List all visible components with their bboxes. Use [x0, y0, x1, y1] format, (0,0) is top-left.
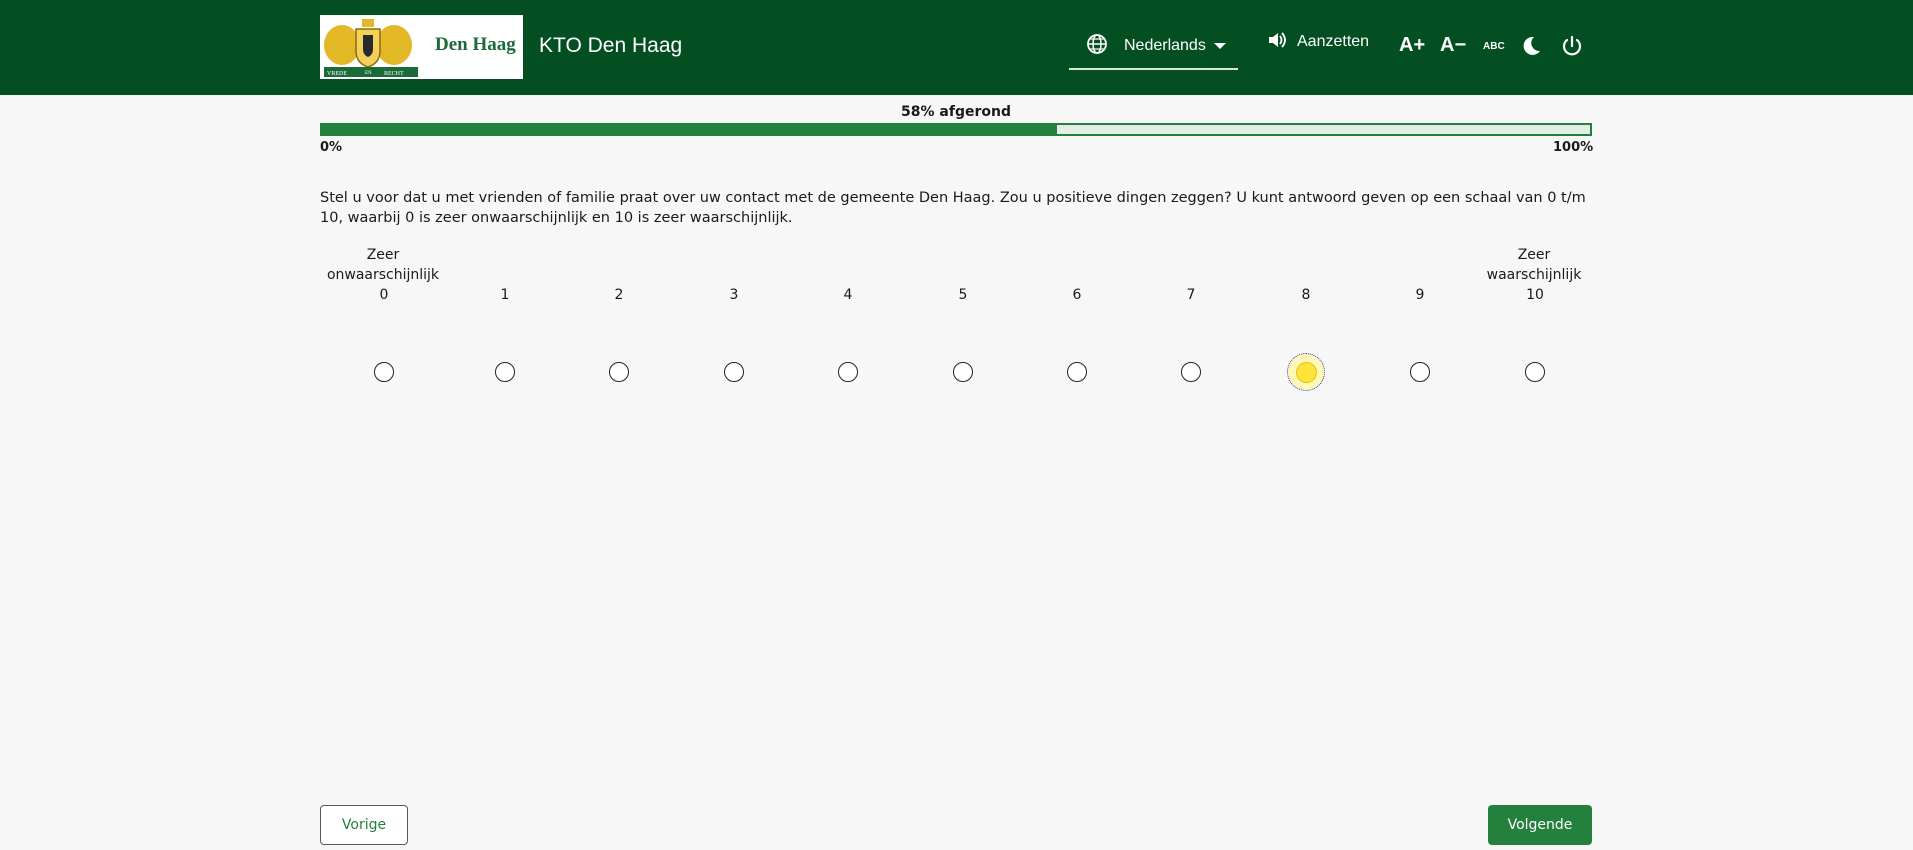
rating-radio-5[interactable] — [953, 362, 973, 382]
dyslexia-font-button[interactable]: ABC — [1483, 41, 1505, 52]
chevron-down-icon — [1213, 43, 1226, 49]
power-icon — [1561, 35, 1583, 61]
progress-bar — [320, 123, 1592, 136]
low-anchor-label: Zeer onwaarschijnlijk — [313, 245, 453, 285]
language-select[interactable]: Nederlands — [1069, 24, 1238, 70]
low-anchor-line-1: Zeer — [366, 247, 400, 263]
scale-value-label: 6 — [1072, 287, 1082, 303]
app-title: KTO Den Haag — [539, 34, 683, 57]
rating-radio-8[interactable] — [1287, 353, 1325, 391]
progress-fill — [322, 125, 1058, 134]
rating-radio-10[interactable] — [1525, 362, 1545, 382]
svg-text:EN: EN — [365, 71, 372, 76]
scale-value-label: 3 — [729, 287, 739, 303]
scale-value-label: 0 — [379, 287, 389, 303]
read-aloud-toggle[interactable]: Aanzetten — [1267, 30, 1369, 54]
previous-button[interactable]: Vorige — [320, 805, 408, 845]
scale-value-label: 2 — [614, 287, 624, 303]
scale-value-label: 8 — [1301, 287, 1311, 303]
progress-max-label: 100% — [1553, 140, 1594, 155]
scale-value-label: 7 — [1186, 287, 1196, 303]
header-bar: VREDE EN RECHT Den Haag KTO Den Haag Ned… — [0, 0, 1913, 95]
dark-mode-button[interactable] — [1520, 35, 1542, 61]
scale-value-label: 5 — [958, 287, 968, 303]
rating-radio-2[interactable] — [609, 362, 629, 382]
low-anchor-line-2: onwaarschijnlijk — [326, 267, 440, 283]
high-anchor-line-2: waarschijnlijk — [1486, 267, 1582, 283]
progress-label: 58% afgerond — [901, 104, 1011, 120]
svg-text:RECHT: RECHT — [384, 71, 404, 77]
rating-radio-4[interactable] — [838, 362, 858, 382]
font-decrease-button[interactable]: A− — [1440, 34, 1466, 57]
scale-value-label: 1 — [500, 287, 510, 303]
rating-radio-0[interactable] — [374, 362, 394, 382]
high-anchor-line-1: Zeer — [1517, 247, 1551, 263]
den-haag-logo: VREDE EN RECHT Den Haag — [320, 15, 523, 79]
rating-radio-7[interactable] — [1181, 362, 1201, 382]
scale-value-label: 10 — [1526, 287, 1544, 303]
rating-radio-6[interactable] — [1067, 362, 1087, 382]
logo-wordmark: Den Haag — [435, 34, 516, 55]
question-text: Stel u voor dat u met vrienden of famili… — [320, 190, 1586, 226]
scale-value-label: 4 — [843, 287, 853, 303]
svg-text:VREDE: VREDE — [327, 71, 347, 77]
logout-button[interactable] — [1561, 35, 1583, 61]
read-aloud-label: Aanzetten — [1297, 33, 1370, 50]
scale-value-label: 9 — [1415, 287, 1425, 303]
globe-icon — [1086, 33, 1108, 59]
rating-radio-1[interactable] — [495, 362, 515, 382]
language-label: Nederlands — [1124, 37, 1206, 54]
speaker-icon — [1267, 30, 1287, 54]
progress-min-label: 0% — [320, 140, 343, 155]
next-button[interactable]: Volgende — [1488, 805, 1592, 845]
font-increase-button[interactable]: A+ — [1399, 34, 1425, 57]
high-anchor-label: Zeer waarschijnlijk — [1469, 245, 1599, 285]
coat-of-arms-icon — [324, 19, 418, 77]
moon-icon — [1520, 35, 1542, 61]
rating-radio-3[interactable] — [724, 362, 744, 382]
rating-radio-9[interactable] — [1410, 362, 1430, 382]
